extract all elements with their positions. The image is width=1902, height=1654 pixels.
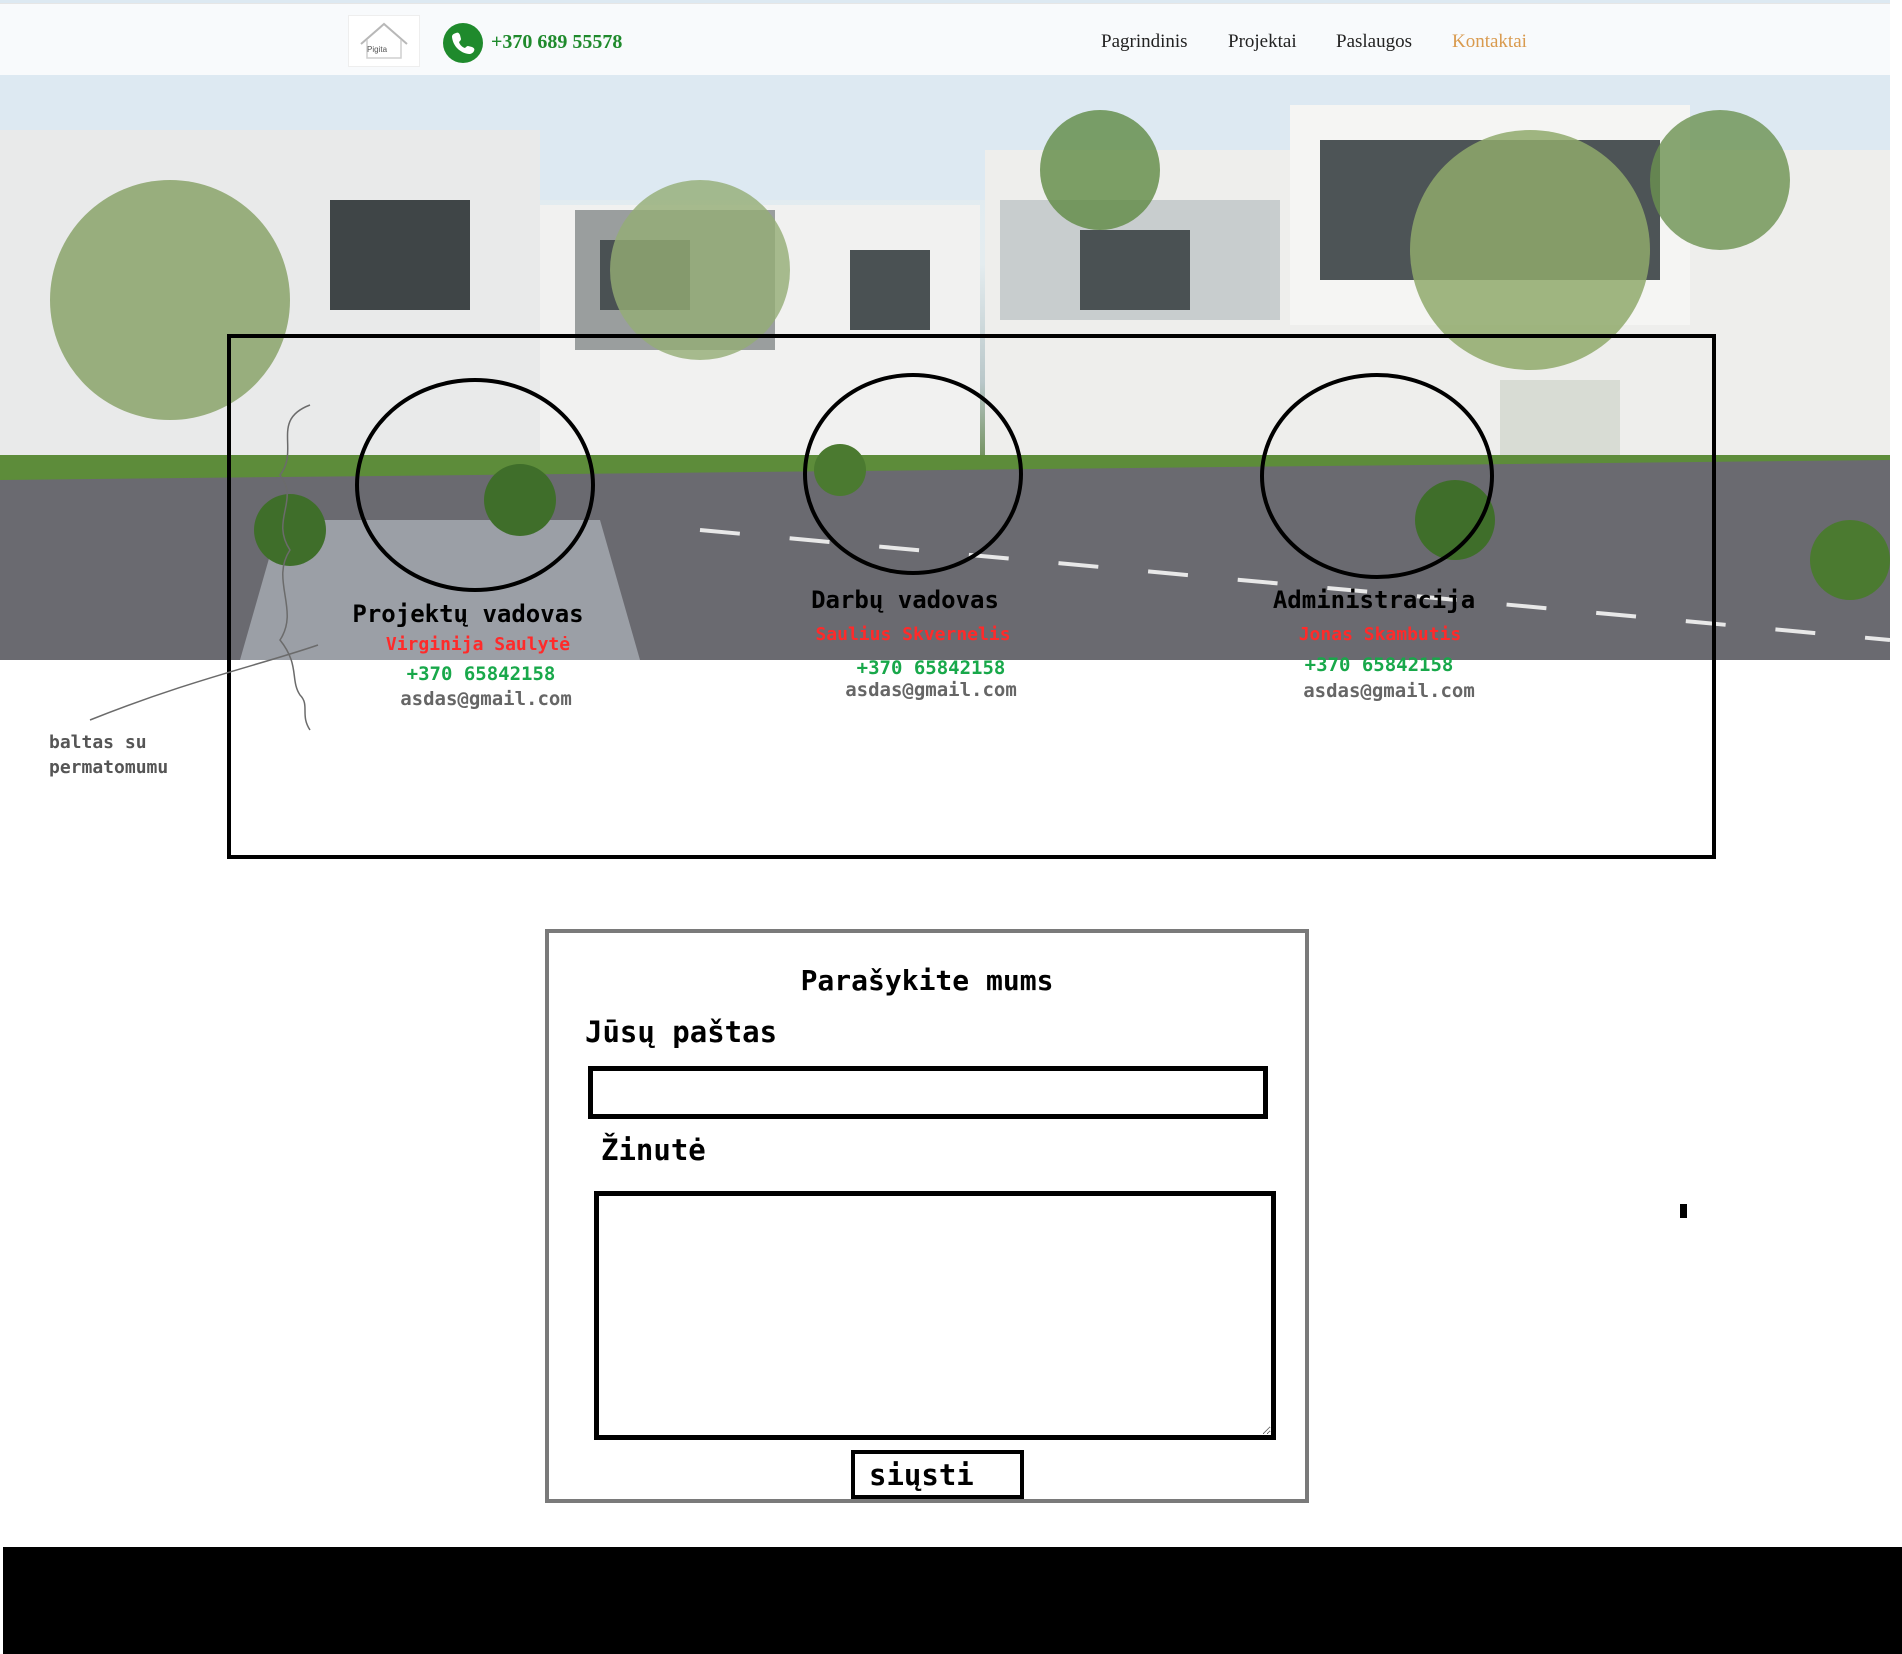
- contact-phone[interactable]: +370 65842158: [857, 657, 1006, 679]
- message-textarea[interactable]: [594, 1191, 1276, 1440]
- contact-role: Administracija: [1272, 586, 1476, 614]
- contact-name: Virginija Saulytė: [385, 634, 571, 655]
- contact-name: Jonas Skambutis: [1298, 624, 1462, 645]
- house-logo-icon: [360, 22, 408, 59]
- phone-icon: [443, 23, 483, 63]
- form-title: Parašykite mums: [800, 964, 1054, 997]
- site-logo[interactable]: Pigita: [348, 15, 420, 67]
- nav-pagrindinis[interactable]: Pagrindinis: [1101, 31, 1188, 53]
- contact-phone[interactable]: +370 65842158: [1305, 654, 1454, 676]
- email-input[interactable]: [588, 1066, 1268, 1119]
- contact-photo-placeholder: [803, 373, 1023, 575]
- contact-role: Projektų vadovas: [352, 600, 584, 628]
- contact-photo-placeholder: [1260, 373, 1494, 579]
- header-phone-number[interactable]: +370 689 55578: [491, 31, 622, 54]
- nav-kontaktai[interactable]: Kontaktai: [1452, 31, 1527, 53]
- contact-form: Parašykite mums Jūsų paštas Žinutė siųst…: [545, 929, 1309, 1503]
- annotation-note: baltas su permatomumu: [49, 732, 169, 778]
- annotation-arrow: [89, 404, 319, 731]
- footer: [3, 1547, 1902, 1654]
- logo-text: Pigita: [367, 45, 388, 54]
- contact-name: Saulius Skvernelis: [815, 624, 1011, 645]
- contact-role: Darbų vadovas: [811, 586, 999, 614]
- nav-paslaugos[interactable]: Paslaugos: [1336, 31, 1412, 53]
- email-label: Jūsų paštas: [585, 1015, 778, 1049]
- contact-email[interactable]: asdas@gmail.com: [1303, 680, 1475, 702]
- contact-phone[interactable]: +370 65842158: [407, 663, 556, 685]
- contact-photo-placeholder: [355, 378, 595, 592]
- contact-email[interactable]: asdas@gmail.com: [845, 679, 1017, 701]
- contact-email[interactable]: asdas@gmail.com: [400, 688, 572, 710]
- message-label: Žinutė: [601, 1133, 706, 1167]
- text-cursor-mark: [1680, 1204, 1687, 1218]
- site-header: Pigita +370 689 55578 Pagrindinis Projek…: [0, 3, 1890, 75]
- submit-button[interactable]: siųsti: [851, 1450, 1024, 1499]
- nav-projektai[interactable]: Projektai: [1228, 31, 1297, 53]
